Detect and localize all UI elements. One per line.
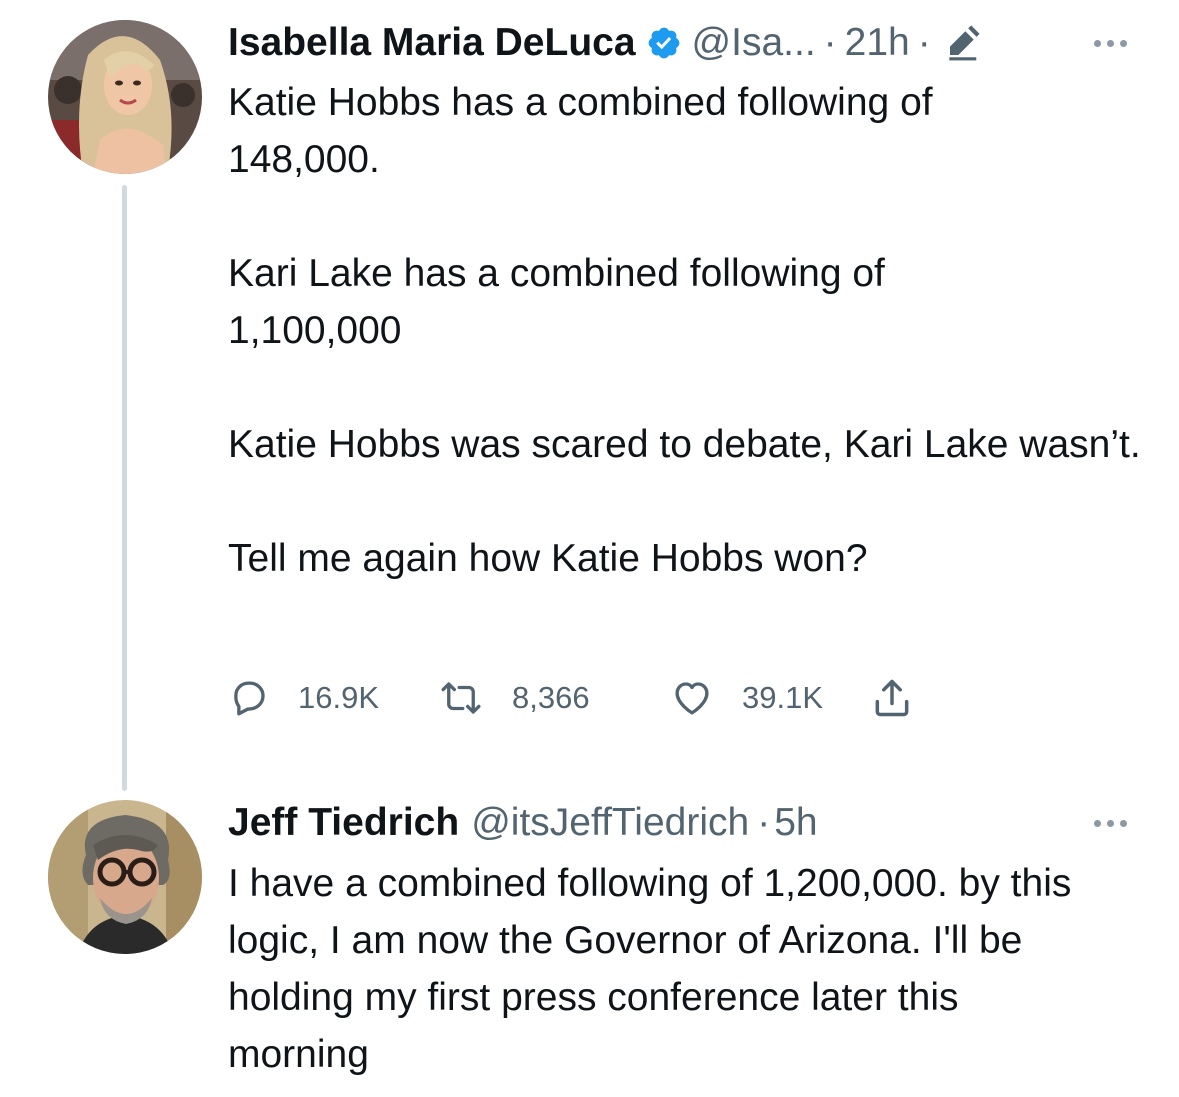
tweet-paragraph: I have a combined following of 1,200,000… xyxy=(228,862,1072,1076)
heart-icon xyxy=(675,682,709,715)
tweet-body: Katie Hobbs has a combined following of … xyxy=(228,74,1148,587)
separator-dot: · xyxy=(757,801,771,844)
man-with-glasses-avatar-icon xyxy=(48,800,202,954)
tweet-actions-bar: 16.9K 8,366 39.1K xyxy=(228,670,914,726)
avatar-jeff[interactable] xyxy=(48,800,202,954)
retweet-arrows-icon xyxy=(441,682,481,714)
tweet-timestamp[interactable]: 5h xyxy=(774,801,817,845)
more-dots-icon[interactable] xyxy=(1094,40,1127,47)
avatar-isabella[interactable] xyxy=(48,20,202,174)
retweet-button[interactable]: 8,366 xyxy=(438,677,670,719)
like-count: 39.1K xyxy=(742,680,824,715)
tweet-paragraph: Kari Lake has a combined following of 1,… xyxy=(228,252,885,352)
tweet-paragraph: Katie Hobbs was scared to debate, Kari L… xyxy=(228,423,1141,466)
like-button[interactable]: 39.1K xyxy=(670,677,870,719)
tweet-paragraph: Tell me again how Katie Hobbs won? xyxy=(228,537,868,580)
author-display-name[interactable]: Jeff Tiedrich xyxy=(228,801,459,845)
reply-button[interactable]: 16.9K xyxy=(228,677,438,719)
author-display-name[interactable]: Isabella Maria DeLuca xyxy=(228,21,636,65)
tweet-header: Jeff Tiedrich @itsJeffTiedrich · 5h xyxy=(228,798,818,848)
reply-count: 16.9K xyxy=(298,680,380,715)
woman-portrait-avatar-icon xyxy=(48,20,202,174)
tweet-timestamp[interactable]: 21h xyxy=(845,21,910,65)
retweet-count: 8,366 xyxy=(512,680,590,715)
thread-connector-line xyxy=(122,185,127,791)
tweet-header: Isabella Maria DeLuca @Isa... · 21h · xyxy=(228,18,981,68)
author-handle[interactable]: @itsJeffTiedrich xyxy=(471,801,749,845)
more-dots-icon[interactable] xyxy=(1094,820,1127,827)
tweet-paragraph: Katie Hobbs has a combined following of … xyxy=(228,81,933,181)
pencil-edit-icon[interactable] xyxy=(943,24,981,62)
separator-dot: · xyxy=(917,21,931,64)
author-handle[interactable]: @Isa... xyxy=(692,21,816,65)
tweet-body: I have a combined following of 1,200,000… xyxy=(228,855,1098,1083)
verified-badge-icon xyxy=(646,25,682,61)
share-upload-icon xyxy=(875,679,909,717)
share-button[interactable] xyxy=(870,675,914,721)
separator-dot: · xyxy=(823,21,837,64)
speech-bubble-icon xyxy=(234,681,265,716)
